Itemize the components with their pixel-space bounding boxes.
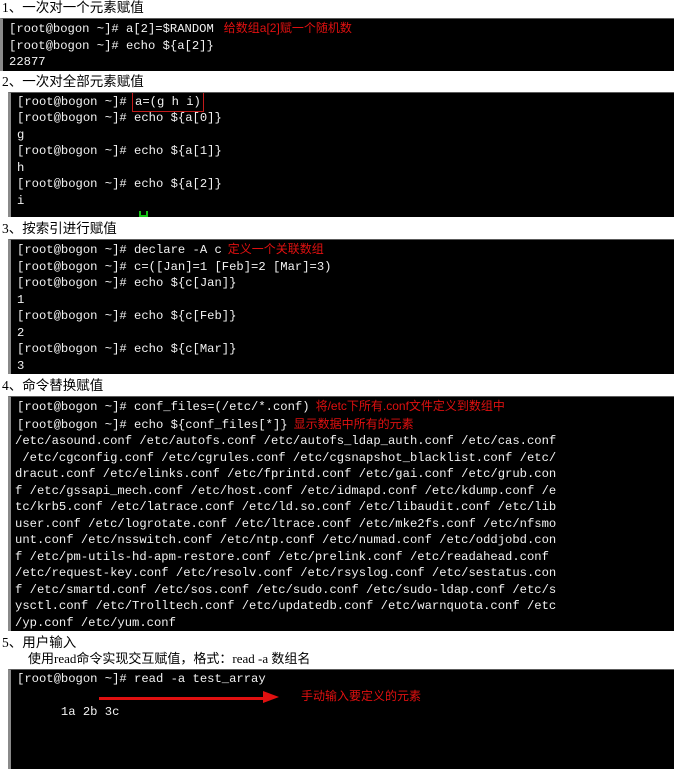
terminal-line: [root@bogon ~]# echo ${c[Feb]} (17, 309, 237, 323)
terminal-block-3: [root@bogon ~]# declare -A c 定义一个关联数组 [ro… (8, 239, 674, 374)
section-heading-4: 4、命令替换赋值 (2, 378, 104, 393)
terminal-output: h (17, 160, 25, 175)
terminal-line: [root@bogon ~]# conf_files=(/etc/*.conf)… (11, 398, 674, 416)
terminal-line: [root@bogon ~]# echo ${c[Mar]} (17, 342, 237, 356)
terminal-output: tc/krb5.conf /etc/latrace.conf /etc/ld.s… (15, 500, 557, 514)
highlighted-command: a=(g h i) (132, 92, 204, 112)
terminal-output-row: 1a 2b 3c 手动输入要定义的元素 (11, 688, 674, 769)
terminal-prompt: [root@bogon ~]# (17, 94, 135, 109)
terminal-output: f /etc/smartd.conf /etc/sos.conf /etc/su… (15, 582, 557, 597)
terminal-block-4: [root@bogon ~]# conf_files=(/etc/*.conf)… (8, 396, 674, 631)
terminal-line: [root@bogon ~]# read -a test_array (17, 672, 266, 686)
terminal-command: [root@bogon ~]# conf_files=(/etc/*.conf) (17, 400, 310, 414)
terminal-block-1: [root@bogon ~]# a[2]=$RANDOM 给数组a[2]赋一个随机… (0, 18, 674, 71)
terminal-line: [root@bogon ~]# echo ${conf_files[*]} 显示数… (11, 416, 674, 434)
terminal-line: [root@bogon ~]# echo ${a[2]} (9, 38, 214, 53)
annotation-note: 显示数据中所有的元素 (293, 416, 414, 431)
terminal-output: g (17, 127, 25, 142)
terminal-command: [root@bogon ~]# a[2]=$RANDOM (9, 22, 214, 36)
page-root: 1、一次对一个元素赋值 [root@bogon ~]# a[2]=$RANDOM… (0, 0, 674, 769)
terminal-cursor (139, 211, 148, 217)
terminal-line: [root@bogon ~]# declare -A c 定义一个关联数组 (11, 241, 674, 259)
terminal-output: /etc/asound.conf /etc/autofs.conf /etc/a… (15, 434, 557, 448)
annotation-note: 将/etc下所有.conf文件定义到数组中 (315, 399, 505, 413)
terminal-output: f /etc/gssapi_mech.conf /etc/host.conf /… (15, 483, 557, 498)
terminal-output: dracut.conf /etc/elinks.conf /etc/fprint… (15, 467, 557, 481)
section-heading-2: 2、一次对全部元素赋值 (2, 73, 144, 89)
terminal-line: [root@bogon ~]# c=([Jan]=1 [Feb]=2 [Mar]… (17, 259, 332, 274)
terminal-output: f /etc/pm-utils-hd-apm-restore.conf /etc… (15, 549, 549, 564)
annotation-note: 手动输入要定义的元素 (301, 688, 422, 703)
terminal-output: 1 (17, 292, 25, 307)
terminal-output: 2 (17, 325, 25, 340)
terminal-output: user.conf /etc/logrotate.conf /etc/ltrac… (15, 516, 557, 531)
section-heading-1: 1、一次对一个元素赋值 (2, 0, 144, 15)
terminal-output: /yp.conf /etc/yum.conf (15, 615, 176, 630)
terminal-line: [root@bogon ~]# echo ${a[1]} (17, 144, 222, 158)
terminal-line: [root@bogon ~]# a=(g h i) (11, 92, 674, 112)
arrow-head-icon (263, 690, 279, 703)
terminal-line: [root@bogon ~]# echo ${c[Jan]} (17, 276, 237, 290)
terminal-block-5: [root@bogon ~]# read -a test_array 1a 2b… (8, 669, 674, 769)
terminal-output: /etc/request-key.conf /etc/resolv.conf /… (15, 566, 557, 580)
terminal-output: unt.conf /etc/nsswitch.conf /etc/ntp.con… (15, 533, 557, 547)
annotation-note: 定义一个关联数组 (227, 242, 324, 256)
terminal-line: [root@bogon ~]# echo ${a[0]} (17, 111, 222, 125)
section-5-description: 使用read命令实现交互赋值，格式：read -a 数组名 (28, 651, 311, 666)
annotation-arrow (99, 690, 289, 705)
terminal-line: [root@bogon ~]# a[2]=$RANDOM 给数组a[2]赋一个随机… (3, 20, 674, 38)
annotation-note: 给数组a[2]赋一个随机数 (223, 21, 352, 35)
terminal-output: i (17, 193, 25, 208)
section-heading-3: 3、按索引进行赋值 (2, 221, 117, 236)
terminal-block-2: [root@bogon ~]# a=(g h i) [root@bogon ~]… (8, 91, 674, 217)
terminal-output: 3 (17, 358, 25, 373)
terminal-command: [root@bogon ~]# echo ${conf_files[*]} (17, 417, 288, 432)
terminal-line: [root@bogon ~]# echo ${a[2]} (17, 177, 222, 191)
terminal-command: [root@bogon ~]# declare -A c (17, 243, 222, 257)
arrow-shaft-icon (99, 696, 267, 700)
terminal-output: 22877 (9, 55, 46, 69)
section-heading-5: 5、用户输入 (2, 635, 77, 650)
terminal-output: ysctl.conf /etc/Trolltech.conf /etc/upda… (15, 599, 557, 613)
terminal-output: /etc/cgconfig.conf /etc/cgrules.conf /et… (15, 450, 557, 465)
